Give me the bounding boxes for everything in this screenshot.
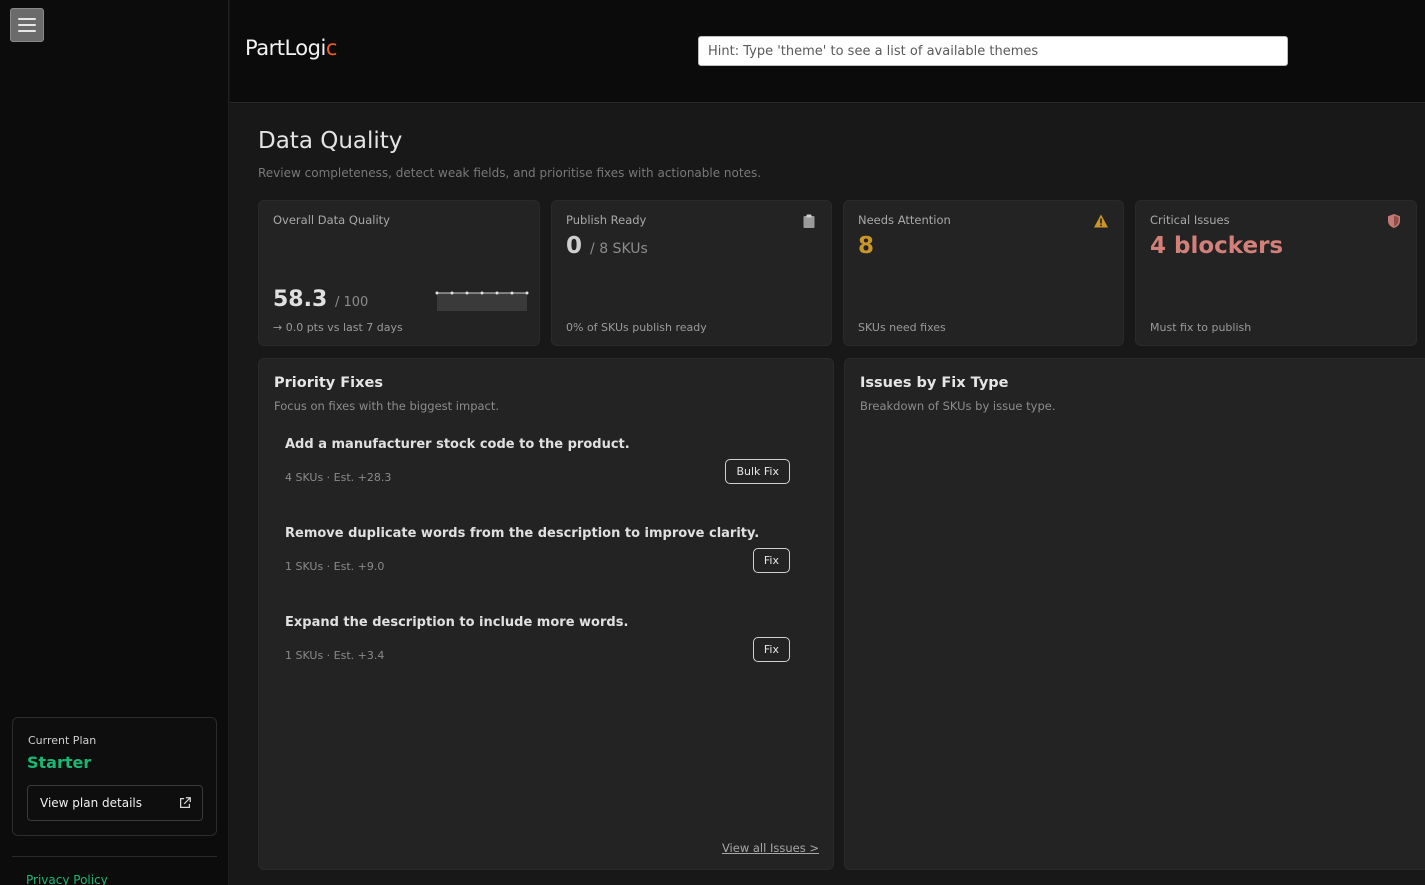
fix-title: Add a manufacturer stock code to the pro… (285, 437, 630, 452)
publish-ready-foot: 0% of SKUs publish ready (566, 321, 707, 334)
critical-issues-label: Critical Issues (1150, 213, 1230, 227)
priority-fixes-panel: Priority Fixes Focus on fixes with the b… (258, 358, 834, 870)
sparkline-point (510, 291, 514, 295)
view-plan-details-label: View plan details (40, 796, 142, 810)
view-plan-details-button[interactable]: View plan details (27, 785, 203, 821)
shield-icon (1388, 214, 1400, 228)
plan-name: Starter (27, 753, 92, 772)
issues-by-fix-type-panel: Issues by Fix Type Breakdown of SKUs by … (844, 358, 1425, 870)
sparkline-point (450, 291, 454, 295)
fix-item: Remove duplicate words from the descript… (285, 526, 790, 606)
main-content: Data Quality Review completeness, detect… (230, 104, 1425, 885)
hamburger-menu-button[interactable] (10, 8, 44, 42)
page-subtitle: Review completeness, detect weak fields,… (258, 166, 762, 180)
sidebar: Current Plan Starter View plan details P… (0, 0, 229, 885)
fix-meta: 1 SKUs · Est. +9.0 (285, 560, 385, 573)
external-link-icon (180, 797, 191, 808)
partlogic-logo[interactable]: PartLogic (245, 36, 337, 60)
fix-title: Remove duplicate words from the descript… (285, 526, 760, 541)
fix-item: Add a manufacturer stock code to the pro… (285, 437, 790, 517)
quality-sparkline (435, 291, 529, 311)
fix-meta: 4 SKUs · Est. +28.3 (285, 471, 392, 484)
publish-ready-label: Publish Ready (566, 213, 647, 227)
sparkline-point (525, 291, 529, 295)
fix-meta: 1 SKUs · Est. +3.4 (285, 649, 385, 662)
menu-icon (18, 30, 36, 32)
priority-fixes-title: Priority Fixes (274, 375, 383, 391)
plan-label: Current Plan (28, 734, 97, 747)
top-header: PartLogic (230, 0, 1425, 103)
menu-icon (18, 24, 36, 26)
sparkline-point (465, 291, 469, 295)
needs-attention-foot: SKUs need fixes (858, 321, 946, 334)
privacy-policy-link[interactable]: Privacy Policy (26, 873, 108, 885)
needs-attention-label: Needs Attention (858, 213, 951, 227)
critical-issues-card: Critical Issues 4 blockers Must fix to p… (1135, 200, 1417, 346)
clipboard-icon (803, 214, 815, 228)
sparkline-point (495, 291, 499, 295)
overall-quality-card: Overall Data Quality 58.3 / 100 → 0.0 pt… (258, 200, 540, 346)
fix-title: Expand the description to include more w… (285, 615, 629, 630)
command-search-input[interactable] (698, 36, 1288, 66)
critical-issues-foot: Must fix to publish (1150, 321, 1252, 334)
fix-button[interactable]: Fix (752, 548, 790, 573)
issues-by-fix-type-subtitle: Breakdown of SKUs by issue type. (860, 399, 1056, 413)
menu-icon (18, 18, 36, 20)
page-title: Data Quality (258, 128, 403, 154)
publish-ready-card: Publish Ready 0 / 8 SKUs 0% of SKUs publ… (551, 200, 832, 346)
fix-button[interactable]: Fix (752, 637, 790, 662)
sparkline-point (435, 291, 439, 295)
current-plan-card: Current Plan Starter View plan details (12, 717, 217, 836)
sparkline-point (480, 291, 484, 295)
needs-attention-value: 8 (858, 233, 875, 259)
overall-quality-score: 58.3 / 100 (273, 287, 369, 312)
overall-quality-label: Overall Data Quality (273, 213, 390, 227)
sidebar-divider (12, 856, 217, 857)
critical-issues-value: 4 blockers (1150, 233, 1284, 259)
bulk-fix-button[interactable]: Bulk Fix (725, 459, 790, 484)
quality-trend: → 0.0 pts vs last 7 days (273, 321, 403, 334)
publish-ready-value: 0 / 8 SKUs (566, 233, 648, 259)
warning-icon (1094, 214, 1108, 228)
fix-item: Expand the description to include more w… (285, 615, 790, 695)
view-all-issues-link[interactable]: View all Issues > (722, 841, 819, 855)
issues-by-fix-type-title: Issues by Fix Type (860, 375, 1009, 391)
priority-fixes-subtitle: Focus on fixes with the biggest impact. (274, 399, 500, 413)
needs-attention-card: Needs Attention 8 SKUs need fixes (843, 200, 1124, 346)
